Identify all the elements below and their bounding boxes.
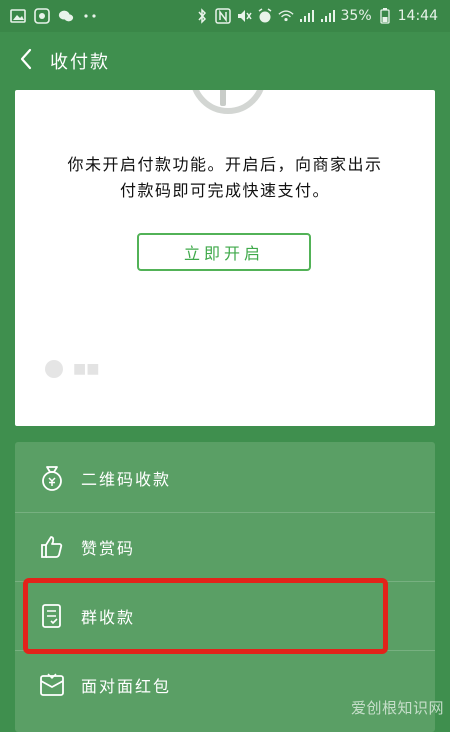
menu-item-label: 二维码收款	[81, 470, 172, 489]
alarm-icon	[257, 8, 273, 24]
watermark: 爱创根知识网	[350, 699, 444, 717]
clock-illustration-icon	[190, 90, 266, 114]
chevron-left-icon	[19, 48, 33, 74]
thumbs-up-icon	[37, 532, 67, 562]
app-notification-icon	[34, 8, 50, 24]
title-bar: 收付款	[0, 32, 450, 90]
status-left-icons	[0, 8, 98, 24]
page-title: 收付款	[50, 52, 110, 73]
signal-icon-1	[299, 8, 315, 24]
more-notifications-icon	[82, 8, 98, 24]
red-envelope-icon	[37, 670, 67, 700]
menu-item-appreciation-code[interactable]: 赞赏码	[15, 513, 435, 581]
highlight-box	[23, 578, 388, 654]
menu-item-qr-collection[interactable]: 二维码收款	[15, 444, 435, 512]
back-button[interactable]	[4, 39, 48, 83]
faded-placeholder: ■■	[73, 361, 100, 377]
enable-now-button[interactable]: 立即开启	[137, 233, 311, 271]
menu-item-label: 面对面红包	[81, 677, 172, 696]
status-bar: 35% 14:44	[0, 0, 450, 32]
mute-icon	[236, 8, 252, 24]
battery-icon	[377, 8, 393, 24]
menu-item-label: 赞赏码	[81, 539, 136, 558]
gallery-icon	[10, 8, 26, 24]
money-bag-icon	[37, 463, 67, 493]
status-right-icons: 35% 14:44	[194, 8, 450, 24]
wifi-icon	[277, 8, 294, 24]
faded-footer: ■■	[43, 358, 99, 380]
payment-card: 你未开启付款功能。开启后，向商家出示 付款码即可完成快速支付。 立即开启 ■■	[15, 90, 435, 426]
message-line-2: 付款码即可完成快速支付。	[119, 181, 330, 200]
wechat-icon	[58, 8, 74, 24]
signal-icon-2	[320, 8, 336, 24]
message-line-1: 你未开启付款功能。开启后，向商家出示	[67, 155, 383, 174]
battery-percent: 35%	[340, 8, 372, 24]
clock-hand	[220, 90, 226, 106]
bluetooth-icon	[194, 8, 210, 24]
clock-time: 14:44	[397, 8, 438, 24]
nfc-icon	[214, 8, 231, 24]
payment-disabled-message: 你未开启付款功能。开启后，向商家出示 付款码即可完成快速支付。	[35, 152, 415, 204]
